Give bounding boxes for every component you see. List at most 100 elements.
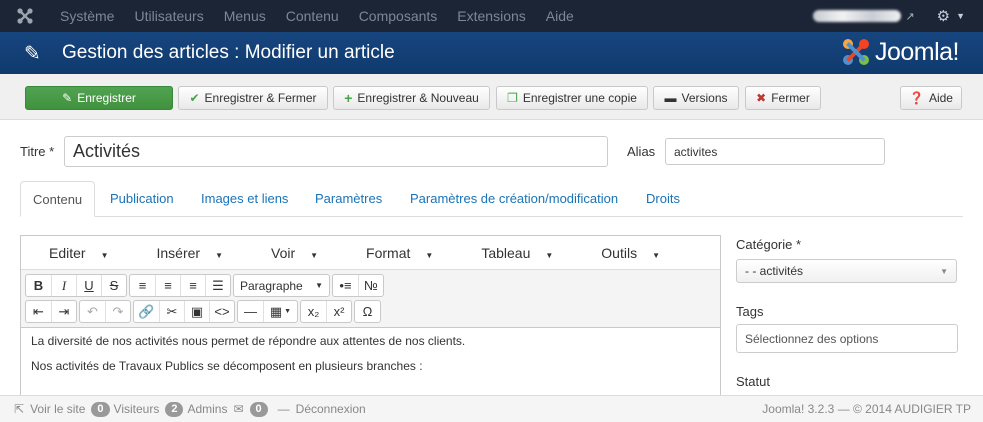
table-icon[interactable]: ▦ ▼ [263,301,297,322]
plus-icon: + [344,90,353,106]
undo-icon[interactable]: ↶ [80,301,105,322]
subscript-icon[interactable]: x₂ [301,301,326,322]
category-label: Catégorie * [736,237,802,252]
tab-droits[interactable]: Droits [646,181,680,217]
align-left-icon[interactable]: ≡ [130,275,155,296]
unlink-icon[interactable]: ✂ [159,301,184,322]
menu-systeme[interactable]: Système [50,0,124,32]
save-button-label: Enregistrer [77,91,136,105]
menu-composants[interactable]: Composants [349,0,448,32]
tab-images-liens[interactable]: Images et liens [201,181,288,217]
align-center-icon[interactable]: ≡ [155,275,180,296]
indent-icon[interactable]: ⇥ [51,301,76,322]
chevron-down-icon: ▼ [425,250,434,260]
minus-icon: — [277,402,290,416]
strikethrough-icon[interactable]: S [101,275,126,296]
editor-menu-format[interactable]: Format ▼ [352,245,443,261]
pencil-icon: ✎ [24,42,41,65]
category-select[interactable]: - - activités ▼ [736,259,957,283]
menu-utilisateurs[interactable]: Utilisateurs [124,0,213,32]
menu-extensions[interactable]: Extensions [447,0,535,32]
align-right-icon[interactable]: ≡ [180,275,205,296]
admins-count-badge: 2 [165,401,184,417]
visitors-label: Visiteurs [113,402,160,416]
special-char-icon[interactable]: Ω [355,301,380,322]
help-label: Aide [928,91,953,105]
save-close-label: Enregistrer & Fermer [204,91,317,105]
bold-icon[interactable]: B [26,275,51,296]
save-copy-label: Enregistrer une copie [522,91,637,105]
messages-indicator[interactable]: ✉ 0 [233,401,271,417]
top-menu: Système Utilisateurs Menus Contenu Compo… [50,0,584,32]
menu-menus[interactable]: Menus [214,0,276,32]
tags-input[interactable]: Sélectionnez des options [736,324,958,353]
horizontal-rule-icon[interactable]: — [238,301,263,322]
logout-link[interactable]: — Déconnexion [278,402,366,416]
rich-text-editor: Editer ▼ Insérer ▼ Voir ▼ Format ▼ Tableau ▼ … [20,235,721,395]
editor-menu-voir[interactable]: Voir ▼ [257,245,328,261]
superscript-icon[interactable]: x² [326,301,351,322]
admins-label: Admins [187,402,228,416]
action-toolbar: ✎ Enregistrer ✔ Enregistrer & Fermer + E… [0,74,983,120]
close-button[interactable]: ✖ Fermer [745,86,821,110]
help-button[interactable]: ❓ Aide [900,86,962,110]
code-icon[interactable]: <> [209,301,234,322]
editor-menu-outils[interactable]: Outils ▼ [587,245,670,261]
bullet-list-icon[interactable]: •≡ [333,275,358,296]
logout-label: Déconnexion [295,402,366,416]
outdent-icon[interactable]: ⇤ [26,301,51,322]
editor-menu-outils-label: Outils [601,244,638,261]
title-input[interactable]: Activités [64,136,608,167]
alias-input[interactable]: activites [665,138,885,165]
image-icon[interactable]: ▣ [184,301,209,322]
view-site-link[interactable]: ⇱ Voir le site [14,402,85,416]
messages-count-badge: 0 [249,401,268,417]
close-label: Fermer [771,91,810,105]
tab-parametres-creation[interactable]: Paramètres de création/modification [410,181,618,217]
versions-button[interactable]: ▬ Versions [653,86,739,110]
save-button[interactable]: ✎ Enregistrer [25,86,173,110]
joomla-logo-mark-icon [840,36,872,68]
save-copy-button[interactable]: ❐ Enregistrer une copie [496,86,648,110]
numbered-list-icon[interactable]: № [358,275,383,296]
page-header: ✎ Gestion des articles : Modifier un art… [0,32,983,74]
cancel-icon: ✖ [756,91,767,105]
editor-menu-format-label: Format [366,244,411,261]
editor-menu-editer[interactable]: Editer ▼ [35,245,119,261]
editor-paragraph: La diversité de nos activités nous perme… [31,334,466,348]
save-new-button[interactable]: + Enregistrer & Nouveau [333,86,490,110]
gear-icon[interactable]: ⚙ [937,7,950,25]
format-select[interactable]: Paragraphe ▼ [234,275,329,296]
joomla-icon[interactable] [0,0,50,32]
tab-bar: Contenu Publication Images et liens Para… [20,181,963,217]
link-icon[interactable]: 🔗 [134,301,159,322]
align-justify-icon[interactable]: ☰ [205,275,230,296]
chevron-down-icon: ▼ [545,250,554,260]
external-link-icon[interactable]: ↗ [905,10,914,23]
chevron-down-icon: ▼ [315,281,323,290]
chevron-down-icon[interactable]: ▼ [956,11,965,21]
menu-aide[interactable]: Aide [536,0,584,32]
editor-menu-editer-label: Editer [49,244,86,261]
editor-menu-inserer[interactable]: Insérer ▼ [143,245,234,261]
versions-label: Versions [681,91,728,105]
chevron-down-icon: ▼ [215,250,223,260]
menu-contenu[interactable]: Contenu [276,0,349,32]
tab-parametres[interactable]: Paramètres [315,181,382,217]
save-close-button[interactable]: ✔ Enregistrer & Fermer [178,86,328,110]
redo-icon[interactable]: ↷ [105,301,130,322]
category-select-value: - - activités [745,264,804,278]
envelope-icon: ✉ [233,402,244,416]
tab-publication[interactable]: Publication [110,181,174,217]
status-bar: ⇱ Voir le site 0 Visiteurs 2 Admins ✉ 0 … [0,395,983,422]
italic-icon[interactable]: I [51,275,76,296]
top-navbar: Système Utilisateurs Menus Contenu Compo… [0,0,983,32]
underline-icon[interactable]: U [76,275,101,296]
tab-contenu[interactable]: Contenu [20,181,96,217]
site-name-redacted[interactable] [813,10,902,22]
editor-menu-tableau[interactable]: Tableau ▼ [467,245,563,261]
copyright-text: Joomla! 3.2.3 — © 2014 AUDIGIER TP [762,402,971,416]
editor-content-area[interactable]: La diversité de nos activités nous perme… [21,328,720,390]
editor-menu-voir-label: Voir [271,244,296,261]
editor-paragraph: Nos activités de Travaux Publics se déco… [31,359,423,373]
